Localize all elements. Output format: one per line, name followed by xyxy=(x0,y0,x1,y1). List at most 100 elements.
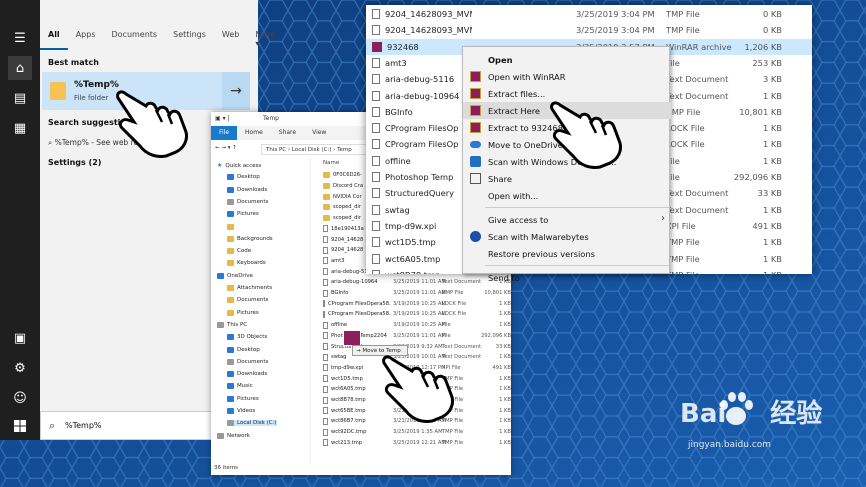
tab-apps[interactable]: Apps xyxy=(68,22,104,50)
file-name: wct213.tmp xyxy=(331,439,363,446)
settings-gear-icon[interactable]: ⚙ xyxy=(8,356,32,380)
open-arrow-icon[interactable]: → xyxy=(222,72,250,110)
nav-item[interactable]: Music xyxy=(227,383,253,390)
nav-item[interactable]: Documents xyxy=(227,358,268,365)
file-row[interactable]: offline 3/19/2019 10:25 AM File 1 KB xyxy=(321,320,511,331)
menu-item[interactable]: Give access to › xyxy=(463,211,671,228)
file-type: TMP File xyxy=(666,270,700,274)
file-type: BMP File xyxy=(666,106,701,117)
nav-item[interactable]: This PC xyxy=(217,321,247,328)
blue-icon xyxy=(227,371,234,378)
nav-item-label: Backgrounds xyxy=(237,235,273,242)
menu-item-label: Restore previous versions xyxy=(488,249,595,259)
tab-settings[interactable]: Settings xyxy=(165,22,214,50)
menu-item[interactable]: Scan with Malwarebytes xyxy=(463,228,671,245)
file-row[interactable]: 9204_14628093_MVM_1.tmp 3/25/2019 3:04 PM… xyxy=(366,22,812,38)
file-icon xyxy=(372,25,380,36)
nav-item[interactable]: Videos xyxy=(227,408,255,414)
documents-icon[interactable]: ▤ xyxy=(8,86,32,110)
file-icon xyxy=(323,257,328,265)
menu-item-label: Open with... xyxy=(488,191,539,201)
file-row[interactable]: BGInfo 3/25/2019 11:01 AM BMP File 10,801 K… xyxy=(321,288,511,299)
file-icon xyxy=(372,106,380,117)
file-type: LOCK File xyxy=(666,139,705,150)
file-row[interactable]: 9204_14628093_MVM_0.tmp 3/25/2019 3:04 PM… xyxy=(366,6,812,22)
nav-item[interactable]: Desktop xyxy=(227,174,260,181)
apps-icon[interactable]: ▦ xyxy=(8,116,32,140)
tab-all[interactable]: All xyxy=(40,22,68,50)
file-icon xyxy=(372,123,380,134)
nav-item[interactable]: Attachments xyxy=(227,285,272,291)
ribbon-tab-home[interactable]: Home xyxy=(237,126,271,140)
quick-access-toolbar-icon[interactable]: ▣ ▾ | xyxy=(215,115,230,122)
nav-item-label: Documents xyxy=(237,297,269,304)
file-icon xyxy=(323,417,328,425)
search-input[interactable]: %Temp% xyxy=(65,421,102,430)
file-icon xyxy=(323,428,328,436)
breadcrumb-local-disk[interactable]: Local Disk (C:) xyxy=(292,147,332,153)
file-name: aria-debug-5116 xyxy=(385,74,455,85)
menu-item-label: Open xyxy=(488,55,513,65)
hamburger-icon[interactable]: ☰ xyxy=(8,26,32,50)
nav-item[interactable]: ★ Quick access xyxy=(217,162,261,169)
breadcrumb-temp[interactable]: Temp xyxy=(337,147,352,153)
nav-item[interactable]: Pictures xyxy=(227,395,259,402)
tab-documents[interactable]: Documents xyxy=(103,22,165,50)
breadcrumb-this-pc[interactable]: This PC xyxy=(266,147,286,153)
file-type: TMP File xyxy=(666,237,700,248)
nav-item[interactable]: Downloads xyxy=(227,186,267,193)
menu-item-label: Share xyxy=(488,174,512,184)
nav-item[interactable]: OneDrive xyxy=(217,272,253,279)
nav-item[interactable]: Code xyxy=(227,248,251,255)
file-name: scoped_dir xyxy=(333,215,361,222)
file-name-cell: 9204_14628093_MVM_0.tmp xyxy=(372,9,472,19)
folder-icon xyxy=(227,297,234,304)
menu-item[interactable]: Open with WinRAR xyxy=(463,68,671,85)
file-type: WinRAR archive xyxy=(666,41,732,52)
file-name: offline xyxy=(331,322,348,329)
ribbon-tab-file[interactable]: File xyxy=(211,126,238,140)
nav-item[interactable]: Keyboards xyxy=(227,260,266,267)
nav-item[interactable]: Documents xyxy=(227,297,269,304)
tab-more[interactable]: More ▾ xyxy=(247,22,283,50)
file-name-cell: wct6A05.tmp xyxy=(372,253,472,264)
nav-item[interactable]: Network xyxy=(217,432,250,439)
file-name-cell: tmp-d9w.xpi xyxy=(372,220,472,231)
nav-item[interactable]: Local Disk (C:) xyxy=(227,420,277,427)
file-type: TMP File xyxy=(442,439,464,446)
menu-item[interactable]: Open with... xyxy=(463,187,671,204)
nav-item[interactable] xyxy=(227,223,237,230)
file-name: 9204_14628 xyxy=(331,247,364,254)
file-size: 253 KB xyxy=(752,57,782,68)
file-row[interactable]: CProgram FilesOpera58.0.3135.79opera_a..… xyxy=(321,309,511,320)
chevron-right-icon: › xyxy=(661,213,665,224)
watermark-url: jingyan.baidu.com xyxy=(688,440,772,450)
nav-item-label: Desktop xyxy=(237,174,260,181)
feedback-icon[interactable]: ☺ xyxy=(8,386,32,410)
file-row[interactable]: wct213.tmp 3/25/2019 12:21 AM TMP File 1 KB xyxy=(321,438,511,449)
menu-item[interactable]: Restore previous versions xyxy=(463,245,671,262)
ribbon-tab-share[interactable]: Share xyxy=(271,126,304,140)
file-row[interactable]: CProgram FilesOpera58.0.3135.79opera_a..… xyxy=(321,298,511,309)
nav-item[interactable]: Pictures xyxy=(227,309,259,316)
file-type: Text Document xyxy=(666,90,729,101)
nav-item[interactable]: 3D Objects xyxy=(227,334,267,341)
tab-web[interactable]: Web xyxy=(214,22,247,50)
nav-item[interactable]: Backgrounds xyxy=(227,235,273,242)
home-icon[interactable]: ⌂ xyxy=(8,56,32,80)
menu-item-label: Send to xyxy=(488,273,520,283)
nav-item[interactable]: Documents xyxy=(227,198,268,205)
ribbon-tab-view[interactable]: View xyxy=(304,126,334,140)
file-name-cell: amt3 xyxy=(372,57,472,68)
nav-item[interactable]: Downloads xyxy=(227,371,267,378)
windows-start-icon[interactable] xyxy=(8,414,32,438)
pictures-icon[interactable]: ▣ xyxy=(8,326,32,350)
nav-item[interactable]: Pictures xyxy=(227,211,259,218)
menu-item[interactable]: Open xyxy=(463,51,671,68)
file-icon xyxy=(372,57,380,68)
nav-arrows-icon[interactable]: ← → ▾ ↑ xyxy=(215,145,237,151)
file-type: TMP File xyxy=(666,253,700,264)
nav-item[interactable]: Desktop xyxy=(227,346,260,353)
file-name: StructuredQuery xyxy=(385,188,455,199)
menu-item[interactable]: Send to › xyxy=(463,269,671,286)
